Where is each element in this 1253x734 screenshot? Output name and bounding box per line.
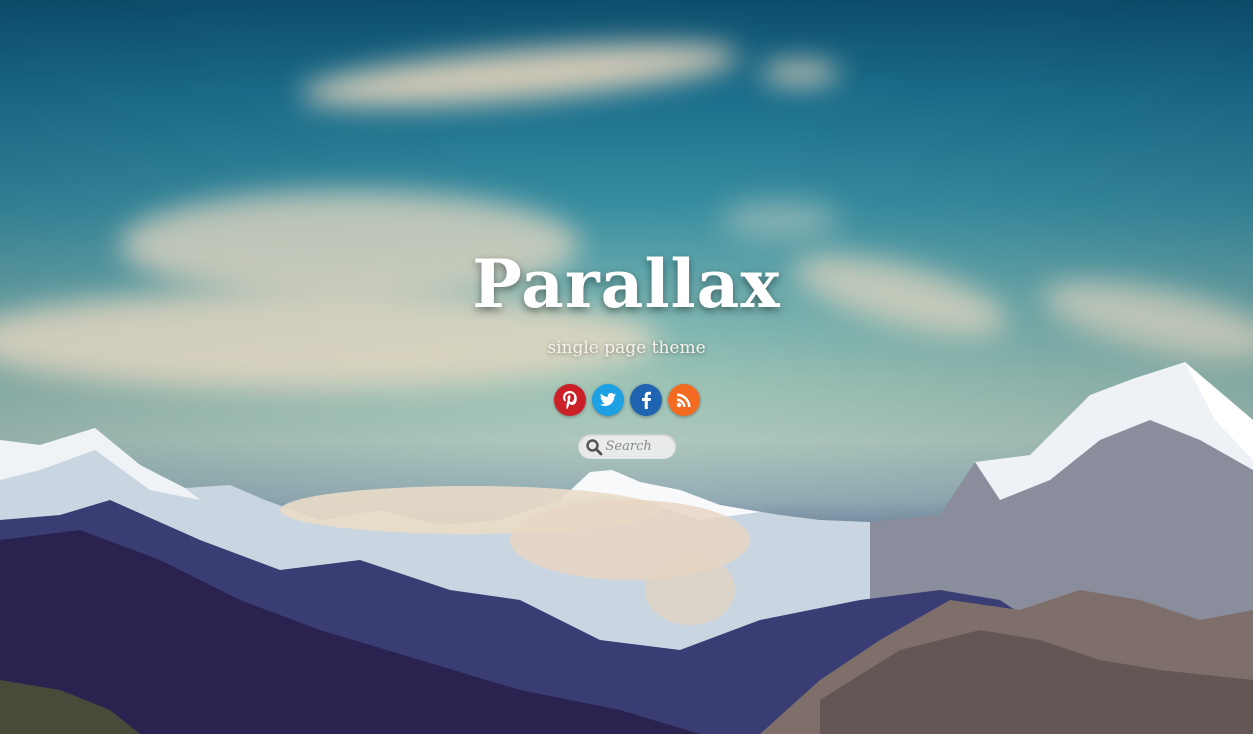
facebook-icon: [641, 391, 651, 409]
search-input[interactable]: [605, 439, 672, 454]
hero-banner: Parallax single page theme: [0, 0, 1253, 734]
twitter-link[interactable]: [591, 384, 624, 416]
site-title[interactable]: Parallax: [0, 244, 1253, 324]
search-icon[interactable]: [585, 438, 603, 456]
pinterest-icon: [562, 391, 577, 409]
pinterest-link[interactable]: [553, 384, 586, 416]
rss-icon: [676, 393, 690, 408]
twitter-icon: [599, 393, 616, 406]
social-links: [0, 384, 1253, 416]
hero-content: Parallax single page theme: [0, 244, 1253, 459]
search-box: [577, 434, 676, 459]
rss-link[interactable]: [667, 384, 700, 416]
site-tagline: single page theme: [547, 338, 706, 358]
facebook-link[interactable]: [629, 384, 662, 416]
